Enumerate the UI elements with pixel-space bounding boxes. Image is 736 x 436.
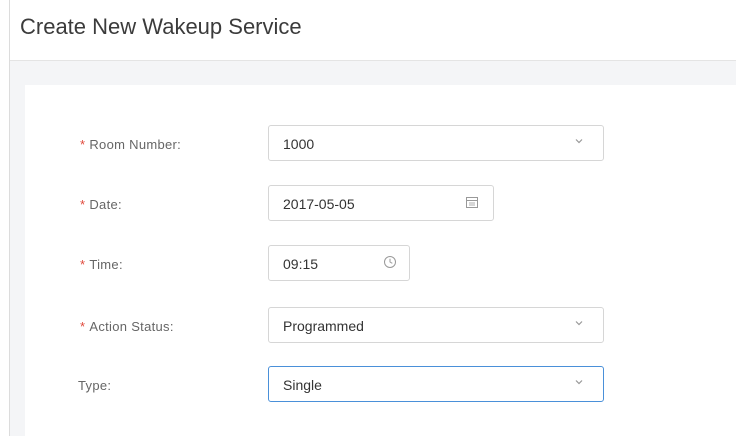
action-status-label-text: Action Status: (89, 319, 174, 334)
time-row: * Time: 09:15 (0, 245, 736, 285)
action-status-row: * Action Status: Programmed (0, 307, 736, 347)
required-mark: * (80, 197, 86, 212)
wakeup-service-page: Create New Wakeup Service * Room Number: … (0, 0, 736, 436)
calendar-icon[interactable] (465, 195, 479, 209)
time-value: 09:15 (283, 256, 319, 272)
time-label: * Time: (80, 257, 123, 272)
time-input[interactable]: 09:15 (268, 245, 410, 281)
date-value: 2017-05-05 (283, 196, 355, 212)
time-label-text: Time: (89, 257, 123, 272)
clock-icon[interactable] (383, 255, 397, 269)
required-mark: * (80, 257, 86, 272)
date-label-text: Date: (89, 197, 122, 212)
action-status-value: Programmed (283, 318, 364, 334)
type-row: Type: Single (0, 366, 736, 406)
action-status-select[interactable]: Programmed (268, 307, 604, 343)
date-row: * Date: 2017-05-05 (0, 185, 736, 225)
page-title: Create New Wakeup Service (20, 14, 302, 39)
chevron-down-icon (575, 321, 583, 326)
header-separator-band (10, 61, 736, 85)
room-number-label-text: Room Number: (89, 137, 182, 152)
room-number-value: 1000 (283, 136, 315, 152)
date-label: * Date: (80, 197, 122, 212)
chevron-down-icon (575, 139, 583, 144)
type-value: Single (283, 377, 322, 393)
required-mark: * (80, 319, 86, 334)
room-number-select[interactable]: 1000 (268, 125, 604, 161)
required-mark: * (80, 137, 86, 152)
type-label: Type: (78, 378, 112, 393)
room-number-row: * Room Number: 1000 (0, 125, 736, 165)
room-number-label: * Room Number: (80, 137, 181, 152)
page-header: Create New Wakeup Service (10, 0, 736, 61)
chevron-down-icon (575, 380, 583, 385)
action-status-label: * Action Status: (80, 319, 174, 334)
type-select[interactable]: Single (268, 366, 604, 402)
date-input[interactable]: 2017-05-05 (268, 185, 494, 221)
